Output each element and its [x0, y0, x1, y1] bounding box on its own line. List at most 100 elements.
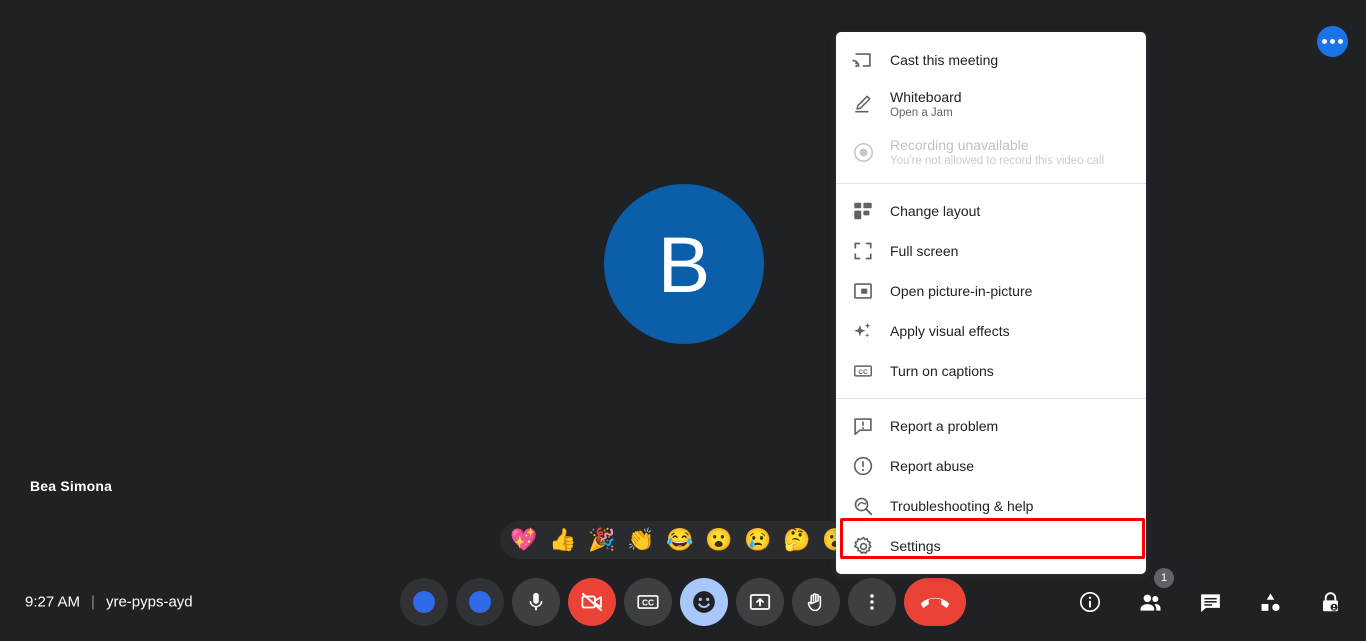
closed-captions-icon: CC	[854, 365, 872, 377]
meta-separator: |	[91, 593, 95, 611]
right-controls: 1	[1070, 568, 1350, 622]
meeting-code[interactable]: yre-pyps-ayd	[106, 594, 193, 611]
activities-shapes-icon	[1261, 593, 1280, 611]
menu-item-apply-visual-effects[interactable]: Apply visual effects	[836, 311, 1146, 351]
menu-item-cast-this-meeting[interactable]: Cast this meeting	[836, 40, 1146, 80]
face-with-tears-of-joy-reaction[interactable]: 😂	[664, 529, 696, 551]
picture-in-picture-icon	[850, 278, 876, 304]
gear-icon	[853, 536, 872, 554]
svg-text:CC: CC	[858, 369, 868, 376]
menu-item-change-layout[interactable]: Change layout	[836, 191, 1146, 231]
menu-item-turn-on-captions[interactable]: CC Turn on captions	[836, 351, 1146, 391]
thumbs-up-reaction[interactable]: 👍	[547, 529, 579, 551]
record-circle-icon	[853, 142, 873, 162]
menu-divider	[836, 183, 1146, 184]
menu-item-title: Whiteboard	[890, 88, 962, 105]
troubleshoot-icon	[850, 493, 876, 519]
fullscreen-icon	[850, 238, 876, 264]
people-icon	[1140, 594, 1160, 611]
current-time: 9:27 AM	[25, 593, 81, 611]
chat-bubble-icon	[1200, 593, 1220, 612]
report-problem-icon	[850, 413, 876, 439]
menu-item-whiteboard[interactable]: Whiteboard Open a Jam	[836, 80, 1146, 128]
menu-item-troubleshooting-and-help[interactable]: Troubleshooting & help	[836, 486, 1146, 526]
top-more-options-button[interactable]	[1317, 26, 1348, 57]
activities-button[interactable]	[1250, 582, 1290, 622]
three-dots-vertical-icon	[870, 594, 874, 610]
leave-call-button[interactable]	[904, 578, 966, 626]
clapping-hands-reaction[interactable]: 👏	[625, 529, 657, 551]
dot-icon	[1322, 39, 1327, 44]
info-icon	[1079, 591, 1101, 613]
avatar: B	[604, 184, 764, 344]
host-controls-button[interactable]	[1310, 582, 1350, 622]
closed-captions-icon: CC	[637, 595, 659, 609]
layout-grid-icon	[854, 202, 872, 220]
pen-icon	[850, 91, 876, 117]
captions-button[interactable]: CC	[624, 578, 672, 626]
present-screen-icon	[749, 594, 771, 610]
menu-item-report-a-problem[interactable]: Report a problem	[836, 406, 1146, 446]
party-popper-reaction[interactable]: 🎉	[586, 529, 618, 551]
menu-item-title: Settings	[890, 538, 941, 554]
menu-item-subtitle: You're not allowed to record this video …	[890, 154, 1105, 167]
crying-face-reaction[interactable]: 😢	[742, 529, 774, 551]
report-problem-icon	[854, 418, 872, 436]
svg-text:CC: CC	[642, 598, 654, 608]
loading-placeholder-2[interactable]	[456, 578, 504, 626]
cast-icon	[850, 47, 876, 73]
menu-item-title: Troubleshooting & help	[890, 498, 1034, 514]
menu-item-title: Report abuse	[890, 458, 975, 474]
meeting-details-button[interactable]	[1070, 582, 1110, 622]
menu-item-text: Recording unavailable You're not allowed …	[890, 136, 1104, 169]
raised-hand-icon	[807, 593, 822, 612]
menu-item-text: Whiteboard Open a Jam	[890, 88, 962, 121]
thinking-face-reaction[interactable]: 🤔	[781, 529, 813, 551]
menu-item-subtitle: Open a Jam	[890, 106, 953, 119]
menu-item-full-screen[interactable]: Full screen	[836, 231, 1146, 271]
menu-item-text: Turn on captions	[890, 362, 994, 380]
more-options-button[interactable]	[848, 578, 896, 626]
options-menu: Cast this meeting Whiteboard Open a Jam Rec…	[836, 32, 1146, 574]
menu-item-text: Settings	[890, 537, 941, 555]
menu-item-open-picture-in-picture[interactable]: Open picture-in-picture	[836, 271, 1146, 311]
exclamation-circle-icon	[850, 453, 876, 479]
people-button[interactable]: 1	[1130, 568, 1174, 622]
reaction-bar[interactable]: 💖👍🎉👏😂😮😢🤔😮	[500, 521, 860, 559]
smiley-face-icon	[693, 591, 715, 613]
loading-placeholder-1[interactable]	[400, 578, 448, 626]
layout-grid-icon	[850, 198, 876, 224]
menu-item-report-abuse[interactable]: Report abuse	[836, 446, 1146, 486]
menu-divider	[836, 398, 1146, 399]
menu-item-text: Apply visual effects	[890, 322, 1010, 340]
picture-in-picture-icon	[854, 283, 872, 299]
menu-item-title: Report a problem	[890, 418, 999, 434]
phone-hangup-icon	[921, 597, 949, 608]
lock-shield-icon	[1322, 591, 1338, 611]
meet-screen: B Bea Simona 💖👍🎉👏😂😮😢🤔😮 9:27 AM | yre-pyp…	[0, 0, 1366, 641]
face-with-open-mouth-reaction[interactable]: 😮	[703, 529, 735, 551]
menu-item-recording-unavailable: Recording unavailable You're not allowed …	[836, 128, 1146, 176]
pen-icon	[855, 95, 871, 113]
bottom-bar: 9:27 AM | yre-pyps-ayd CC 1	[0, 563, 1366, 641]
menu-item-title: Recording unavailable	[890, 136, 1029, 153]
call-controls: CC	[400, 578, 966, 626]
menu-item-text: Troubleshooting & help	[890, 497, 1033, 515]
menu-item-title: Full screen	[890, 243, 959, 259]
menu-item-title: Open picture-in-picture	[890, 283, 1033, 299]
participant-name-label: Bea Simona	[30, 478, 113, 494]
raise-hand-button[interactable]	[792, 578, 840, 626]
microphone-button[interactable]	[512, 578, 560, 626]
record-circle-icon	[850, 139, 876, 165]
menu-item-settings[interactable]: Settings	[836, 526, 1146, 566]
camera-off-button[interactable]	[568, 578, 616, 626]
sparkling-heart-reaction[interactable]: 💖	[508, 529, 540, 551]
camera-off-icon	[581, 593, 602, 611]
present-now-button[interactable]	[736, 578, 784, 626]
cast-icon	[852, 53, 871, 68]
people-count-badge: 1	[1154, 568, 1174, 588]
loading-dot-icon	[469, 591, 491, 613]
reactions-button[interactable]	[680, 578, 728, 626]
video-tile: B	[604, 184, 764, 344]
chat-button[interactable]	[1190, 582, 1230, 622]
